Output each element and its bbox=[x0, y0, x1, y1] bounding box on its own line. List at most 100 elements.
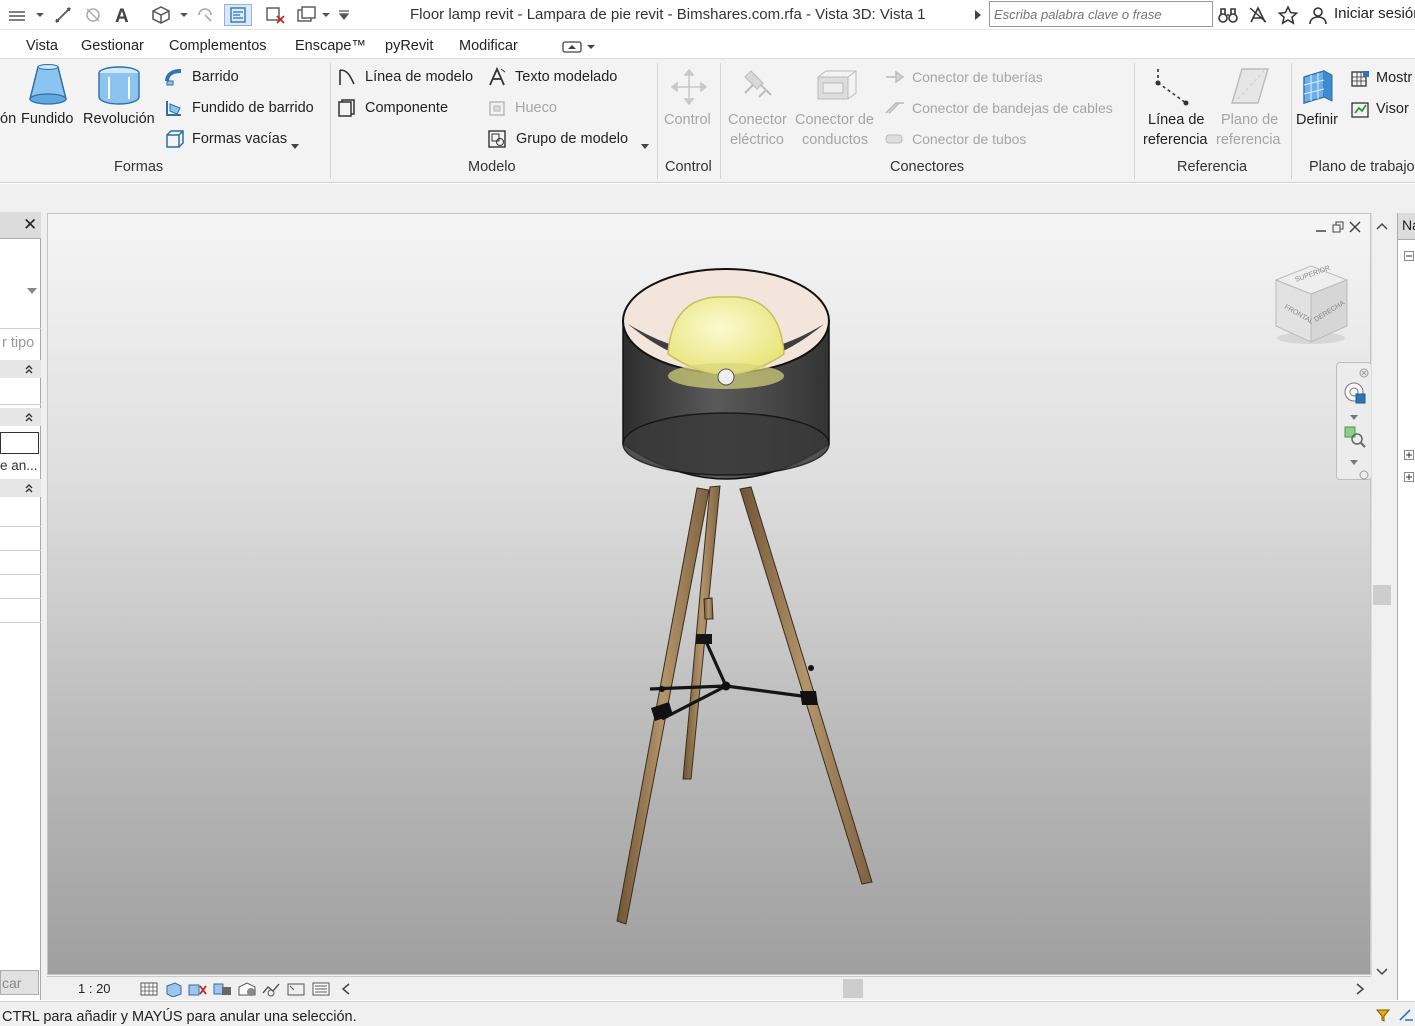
filter-selection-icon[interactable] bbox=[1375, 1007, 1393, 1026]
search-input[interactable] bbox=[989, 1, 1213, 27]
apply-button-label[interactable]: car bbox=[2, 975, 21, 991]
sweep-button[interactable]: Barrido bbox=[192, 69, 239, 85]
sweep-icon[interactable] bbox=[164, 67, 186, 90]
default-3d-view-icon[interactable] bbox=[148, 4, 174, 26]
tab-vista[interactable]: Vista bbox=[26, 38, 58, 54]
collapse-icon[interactable] bbox=[24, 410, 34, 426]
property-row[interactable] bbox=[0, 575, 41, 599]
minimize-view-icon[interactable] bbox=[1314, 221, 1328, 237]
category-header[interactable] bbox=[0, 479, 41, 497]
shadows-icon[interactable] bbox=[213, 981, 231, 997]
tab-gestionar[interactable]: Gestionar bbox=[81, 38, 144, 54]
horizontal-scrollbar-thumb[interactable] bbox=[843, 979, 863, 998]
collapse-icon[interactable] bbox=[24, 362, 34, 378]
chevron-down-icon[interactable] bbox=[320, 4, 332, 26]
scroll-left-icon[interactable] bbox=[341, 982, 351, 998]
viewcube[interactable]: SUPERIOR FRONTAL DERECHA bbox=[1270, 262, 1352, 349]
close-view-icon[interactable] bbox=[1348, 220, 1362, 236]
vertical-scrollbar[interactable] bbox=[1371, 213, 1391, 976]
property-row[interactable] bbox=[0, 551, 41, 575]
category-header[interactable] bbox=[0, 360, 41, 378]
close-hidden-windows-icon[interactable] bbox=[264, 4, 288, 26]
thin-lines-icon[interactable] bbox=[6, 4, 28, 26]
blend-button[interactable]: Fundido bbox=[21, 111, 73, 127]
collapse-tree-icon[interactable] bbox=[1404, 248, 1414, 264]
chevron-down-icon[interactable] bbox=[641, 137, 649, 153]
set-workplane-button[interactable]: Definir bbox=[1296, 112, 1338, 128]
crop-view-icon[interactable] bbox=[261, 981, 280, 997]
tab-enscape[interactable]: Enscape™ bbox=[295, 38, 366, 54]
nav-bar-options-icon[interactable] bbox=[1359, 467, 1369, 483]
model-group-icon[interactable] bbox=[487, 129, 509, 152]
model-line-icon[interactable] bbox=[336, 67, 358, 90]
user-icon[interactable] bbox=[1306, 4, 1330, 26]
category-header[interactable] bbox=[0, 408, 41, 426]
3d-view-canvas[interactable]: SUPERIOR FRONTAL DERECHA bbox=[47, 213, 1372, 975]
visual-style-icon[interactable] bbox=[164, 981, 182, 998]
workplane-viewer-icon[interactable] bbox=[1350, 100, 1372, 123]
render-icon[interactable] bbox=[237, 981, 256, 997]
ribbon-minimize-icon[interactable] bbox=[561, 39, 597, 58]
edit-type-link[interactable]: r tipo bbox=[2, 335, 34, 351]
revolve-button[interactable]: Revolución bbox=[83, 111, 155, 127]
chevron-up-icon[interactable] bbox=[1376, 217, 1388, 233]
property-row[interactable] bbox=[0, 527, 41, 551]
close-icon[interactable] bbox=[1359, 365, 1369, 381]
model-group-button[interactable]: Grupo de modelo bbox=[516, 131, 628, 147]
property-value-field[interactable] bbox=[0, 432, 39, 454]
chevron-down-icon[interactable] bbox=[178, 4, 190, 26]
blend-icon[interactable] bbox=[28, 63, 68, 110]
measure-icon[interactable] bbox=[52, 4, 74, 26]
chevron-down-icon[interactable] bbox=[26, 282, 38, 298]
sign-in-link[interactable]: Iniciar sesión bbox=[1334, 5, 1415, 22]
scrollbar-thumb[interactable] bbox=[1373, 585, 1391, 605]
property-row[interactable] bbox=[0, 599, 41, 623]
binoculars-icon[interactable] bbox=[1216, 4, 1240, 26]
extrusion-label-partial[interactable]: ón bbox=[0, 111, 16, 127]
floor-lamp-model[interactable] bbox=[588, 264, 948, 944]
revolve-icon[interactable] bbox=[96, 65, 142, 110]
workplane-viewer-button[interactable]: Visor bbox=[1376, 101, 1409, 117]
expand-tree-icon[interactable] bbox=[1404, 447, 1414, 463]
reference-line-icon[interactable] bbox=[1152, 65, 1196, 110]
chevron-down-icon[interactable] bbox=[291, 137, 299, 153]
scroll-right-icon[interactable] bbox=[1355, 982, 1365, 998]
void-forms-icon[interactable] bbox=[164, 129, 186, 152]
tab-complementos[interactable]: Complementos bbox=[169, 38, 267, 54]
component-button[interactable]: Componente bbox=[365, 100, 448, 116]
reference-line-line2[interactable]: referencia bbox=[1143, 132, 1207, 148]
chevron-down-icon[interactable] bbox=[34, 4, 46, 26]
collapse-icon[interactable] bbox=[24, 481, 34, 497]
model-text-icon[interactable] bbox=[487, 66, 509, 90]
subscription-icon[interactable] bbox=[1246, 4, 1270, 26]
tab-modificar[interactable]: Modificar bbox=[459, 38, 518, 54]
steering-wheel-icon[interactable] bbox=[1343, 381, 1367, 408]
reference-line-line1[interactable]: Línea de bbox=[1148, 112, 1204, 128]
expand-tree-icon[interactable] bbox=[1404, 469, 1414, 485]
show-workplane-icon[interactable] bbox=[1350, 69, 1372, 92]
tab-pyrevit[interactable]: pyRevit bbox=[385, 38, 433, 54]
caret-right-icon[interactable] bbox=[972, 4, 984, 26]
property-row[interactable] bbox=[0, 383, 41, 405]
chevron-down-icon[interactable] bbox=[1350, 453, 1358, 469]
section-icon[interactable] bbox=[194, 4, 216, 26]
void-forms-button[interactable]: Formas vacías bbox=[192, 131, 287, 147]
switch-windows-icon[interactable] bbox=[294, 4, 318, 26]
restore-view-icon[interactable] bbox=[1331, 220, 1345, 236]
swept-blend-icon[interactable] bbox=[164, 98, 186, 121]
component-icon[interactable] bbox=[336, 98, 358, 121]
zoom-icon[interactable] bbox=[1343, 425, 1367, 452]
show-crop-region-icon[interactable] bbox=[286, 981, 305, 997]
close-icon[interactable]: ✕ bbox=[23, 215, 37, 235]
set-workplane-icon[interactable] bbox=[1298, 67, 1338, 110]
model-text-button[interactable]: Texto modelado bbox=[515, 69, 617, 85]
model-line-button[interactable]: Línea de modelo bbox=[365, 69, 473, 85]
detail-level-icon[interactable] bbox=[140, 981, 158, 997]
chevron-down-icon[interactable] bbox=[1350, 408, 1358, 424]
customize-toolbar-icon[interactable] bbox=[336, 4, 352, 26]
property-row[interactable] bbox=[0, 503, 41, 527]
chevron-down-icon[interactable] bbox=[1376, 963, 1388, 979]
show-workplane-button[interactable]: Mostr bbox=[1376, 70, 1412, 86]
view-scale[interactable]: 1 : 20 bbox=[78, 981, 111, 996]
sun-path-icon[interactable] bbox=[188, 981, 207, 997]
